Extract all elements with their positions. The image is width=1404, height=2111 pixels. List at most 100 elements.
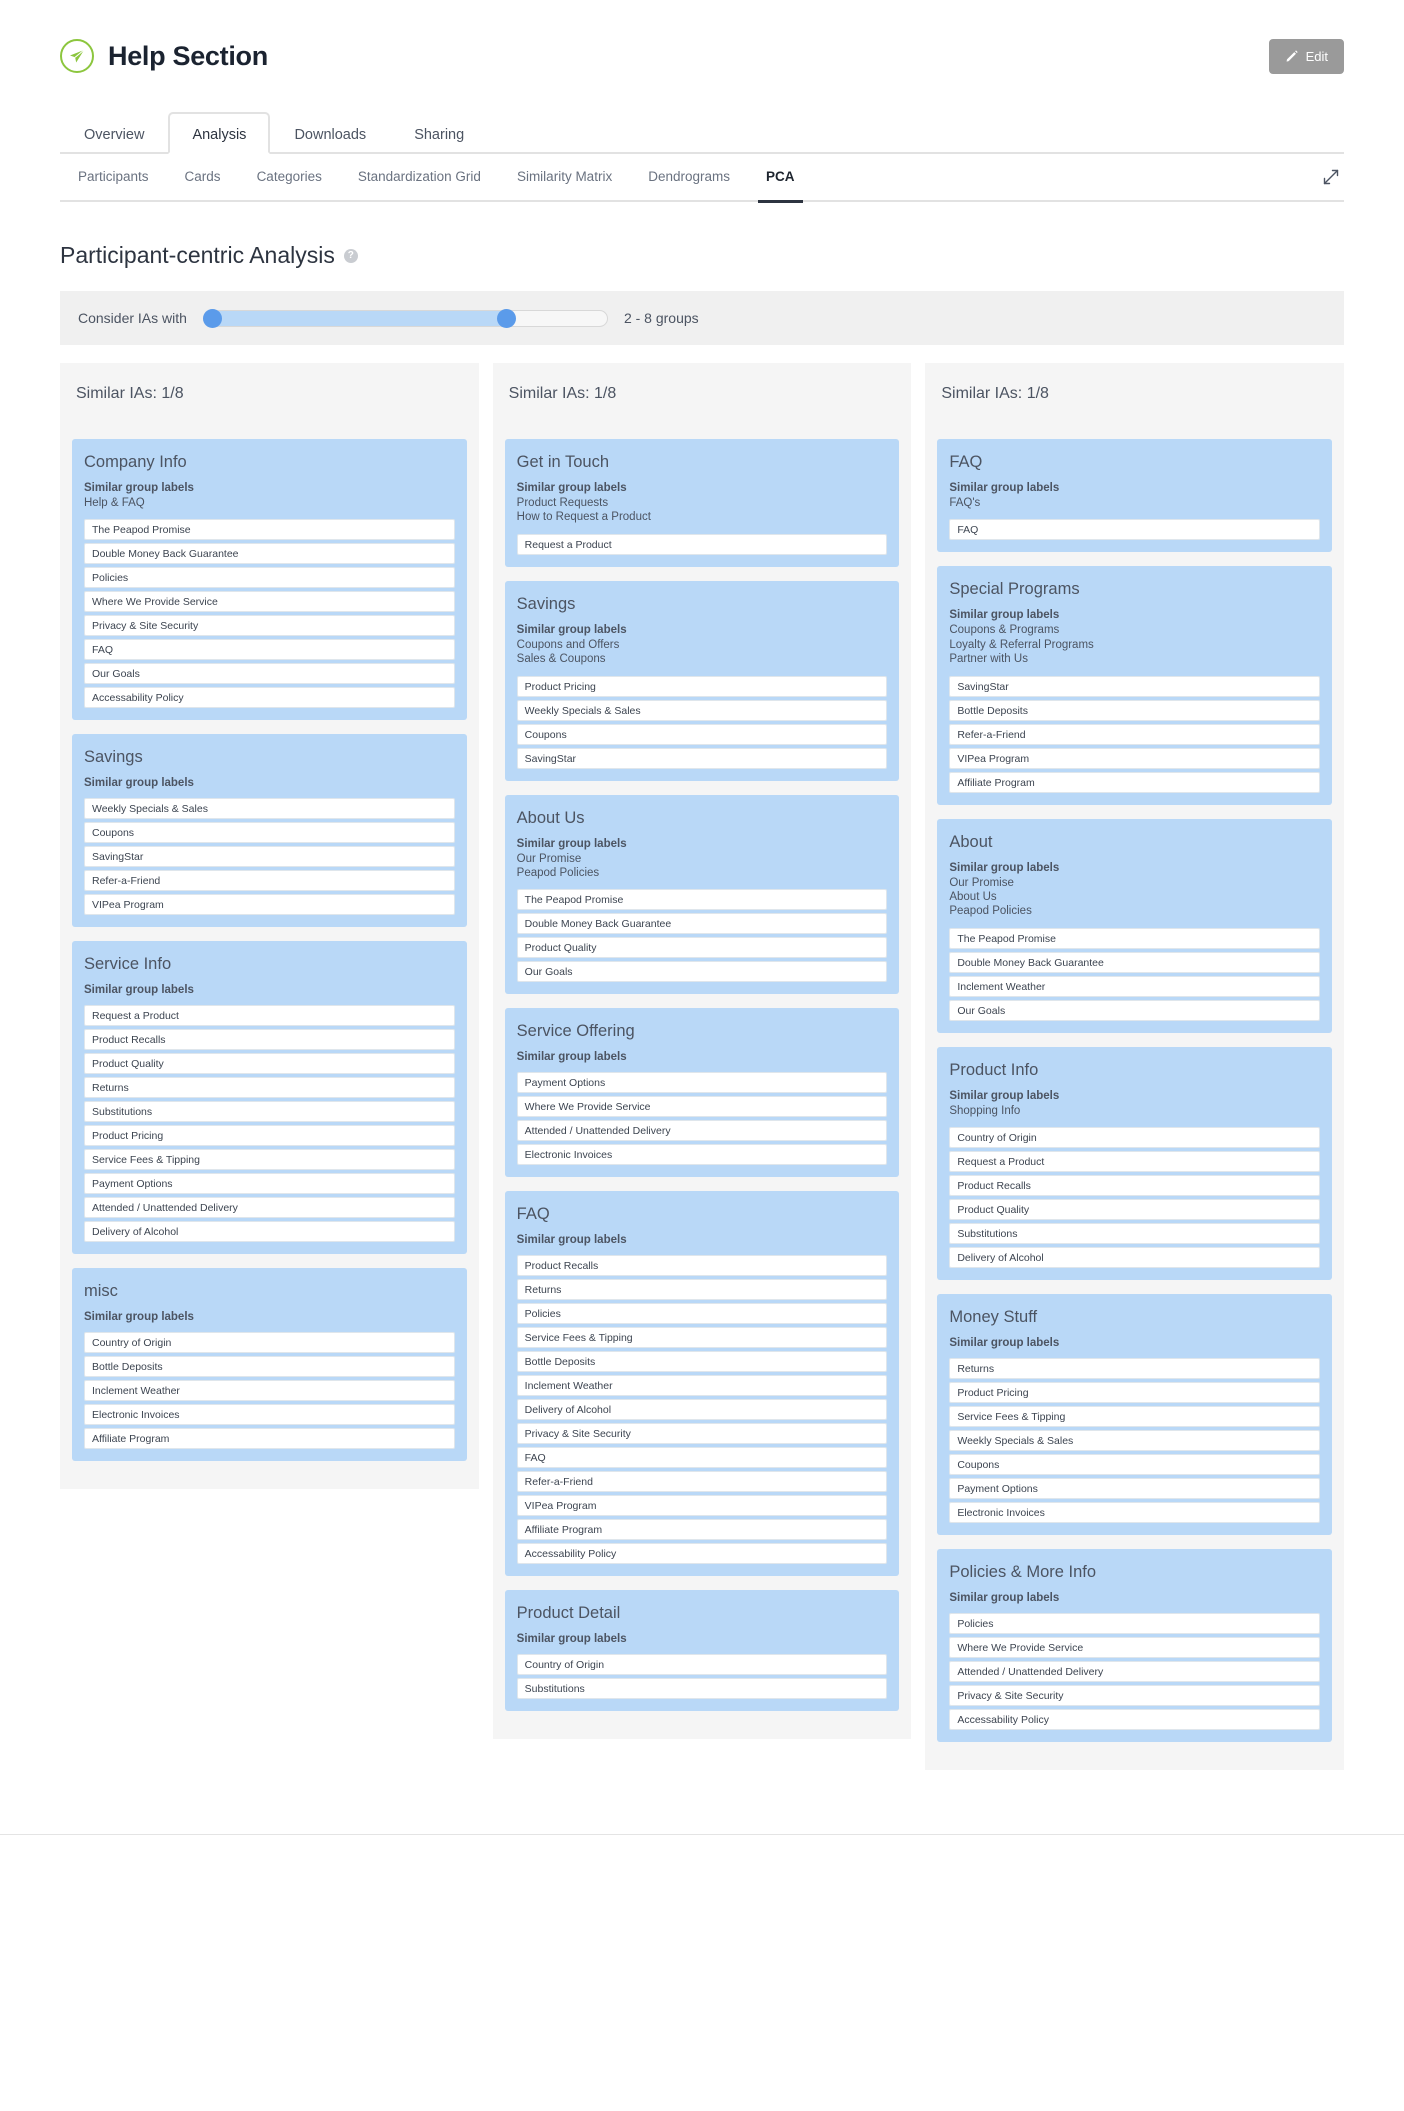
card-item[interactable]: Product Pricing (84, 1125, 455, 1147)
tab-cards[interactable]: Cards (167, 153, 239, 201)
card-item[interactable]: Accessability Policy (949, 1709, 1321, 1730)
card-item[interactable]: Inclement Weather (516, 1375, 888, 1397)
card-item[interactable]: Service Fees & Tipping (949, 1406, 1321, 1427)
card-item[interactable]: Where We Provide Service (949, 1637, 1321, 1658)
card-item[interactable]: Bottle Deposits (84, 1356, 455, 1378)
card-item[interactable]: Privacy & Site Security (516, 1423, 888, 1445)
card-item[interactable]: Substitutions (516, 1678, 888, 1700)
card-item[interactable]: Coupons (516, 723, 888, 745)
tab-standardization-grid[interactable]: Standardization Grid (340, 153, 499, 201)
card-item[interactable]: Inclement Weather (949, 975, 1321, 997)
tab-overview[interactable]: Overview (60, 112, 168, 154)
card-item[interactable]: Policies (84, 567, 455, 589)
card-item[interactable]: Policies (949, 1613, 1321, 1634)
card-item[interactable]: Refer-a-Friend (949, 723, 1321, 745)
card-item[interactable]: Weekly Specials & Sales (516, 699, 888, 721)
card-item[interactable]: Attended / Unattended Delivery (84, 1197, 455, 1219)
card-item[interactable]: Refer-a-Friend (84, 870, 455, 892)
card-item[interactable]: VIPea Program (949, 747, 1321, 769)
card-item[interactable]: Delivery of Alcohol (949, 1247, 1321, 1268)
slider-knob-max[interactable] (496, 308, 516, 328)
card-item[interactable]: Accessability Policy (84, 687, 455, 709)
card-item[interactable]: Returns (84, 1077, 455, 1099)
card-item[interactable]: Product Recalls (516, 1255, 888, 1277)
card-item[interactable]: Service Fees & Tipping (516, 1327, 888, 1349)
edit-button[interactable]: Edit (1268, 38, 1344, 74)
card-item[interactable]: Product Quality (84, 1053, 455, 1075)
card-item[interactable]: Double Money Back Guarantee (949, 951, 1321, 973)
card-item[interactable]: Payment Options (84, 1173, 455, 1195)
card-item[interactable]: Request a Product (84, 1005, 455, 1027)
card-item[interactable]: FAQ (949, 519, 1321, 541)
tab-analysis[interactable]: Analysis (168, 112, 271, 154)
card-item[interactable]: Our Goals (84, 663, 455, 685)
card-item[interactable]: Refer-a-Friend (516, 1471, 888, 1493)
card-item[interactable]: Coupons (949, 1454, 1321, 1475)
card-item[interactable]: Attended / Unattended Delivery (516, 1120, 888, 1142)
card-item[interactable]: Accessability Policy (516, 1543, 888, 1565)
card-item[interactable]: Product Quality (516, 937, 888, 959)
card-item[interactable]: Delivery of Alcohol (84, 1221, 455, 1243)
card-item[interactable]: Product Recalls (949, 1175, 1321, 1196)
card-item[interactable]: Electronic Invoices (84, 1404, 455, 1426)
card-item[interactable]: Country of Origin (84, 1332, 455, 1354)
card-item[interactable]: Our Goals (949, 999, 1321, 1021)
card-item[interactable]: Privacy & Site Security (84, 615, 455, 637)
card-item[interactable]: Our Goals (516, 961, 888, 983)
card-item[interactable]: Substitutions (84, 1101, 455, 1123)
tab-dendrograms[interactable]: Dendrograms (630, 153, 748, 201)
tab-downloads[interactable]: Downloads (270, 112, 390, 154)
card-item[interactable]: Weekly Specials & Sales (84, 798, 455, 820)
card-item[interactable]: Weekly Specials & Sales (949, 1430, 1321, 1451)
card-item[interactable]: Substitutions (949, 1223, 1321, 1244)
card-item[interactable]: Bottle Deposits (516, 1351, 888, 1373)
card-item[interactable]: Request a Product (949, 1151, 1321, 1172)
card-item[interactable]: Returns (949, 1358, 1321, 1379)
card-item[interactable]: Coupons (84, 822, 455, 844)
card-item[interactable]: Electronic Invoices (516, 1144, 888, 1166)
question-mark-icon[interactable]: ? (343, 248, 358, 263)
card-item[interactable]: Inclement Weather (84, 1380, 455, 1402)
card-item[interactable]: Affiliate Program (949, 771, 1321, 793)
card-item[interactable]: Policies (516, 1303, 888, 1325)
card-item[interactable]: Product Quality (949, 1199, 1321, 1220)
card-item[interactable]: FAQ (516, 1447, 888, 1469)
card-item[interactable]: Affiliate Program (516, 1519, 888, 1541)
card-item[interactable]: VIPea Program (516, 1495, 888, 1517)
card-item[interactable]: Country of Origin (516, 1654, 888, 1676)
expand-diagonal-icon[interactable] (1322, 168, 1344, 186)
card-item[interactable]: Attended / Unattended Delivery (949, 1661, 1321, 1682)
card-item[interactable]: Electronic Invoices (949, 1502, 1321, 1523)
card-item[interactable]: Product Recalls (84, 1029, 455, 1051)
card-item[interactable]: Where We Provide Service (516, 1096, 888, 1118)
card-item[interactable]: Service Fees & Tipping (84, 1149, 455, 1171)
tab-sharing[interactable]: Sharing (390, 112, 488, 154)
groups-range-slider[interactable] (202, 308, 608, 328)
card-item[interactable]: Delivery of Alcohol (516, 1399, 888, 1421)
card-item[interactable]: Bottle Deposits (949, 699, 1321, 721)
card-item[interactable]: Privacy & Site Security (949, 1685, 1321, 1706)
card-item[interactable]: Where We Provide Service (84, 591, 455, 613)
card-item[interactable]: The Peapod Promise (516, 889, 888, 911)
card-item[interactable]: Payment Options (516, 1072, 888, 1094)
card-item[interactable]: FAQ (84, 639, 455, 661)
card-item[interactable]: VIPea Program (84, 894, 455, 916)
card-item[interactable]: The Peapod Promise (949, 927, 1321, 949)
tab-participants[interactable]: Participants (60, 153, 167, 201)
tab-categories[interactable]: Categories (239, 153, 340, 201)
tab-pca[interactable]: PCA (748, 153, 813, 203)
card-item[interactable]: Affiliate Program (84, 1428, 455, 1450)
card-item[interactable]: Product Pricing (516, 675, 888, 697)
card-item[interactable]: Country of Origin (949, 1127, 1321, 1148)
card-item[interactable]: SavingStar (516, 747, 888, 769)
card-item[interactable]: Returns (516, 1279, 888, 1301)
slider-knob-min[interactable] (202, 308, 222, 328)
tab-similarity-matrix[interactable]: Similarity Matrix (499, 153, 630, 201)
card-item[interactable]: Request a Product (516, 533, 888, 555)
card-item[interactable]: SavingStar (84, 846, 455, 868)
card-item[interactable]: Payment Options (949, 1478, 1321, 1499)
card-item[interactable]: Product Pricing (949, 1382, 1321, 1403)
card-item[interactable]: The Peapod Promise (84, 519, 455, 541)
card-item[interactable]: SavingStar (949, 675, 1321, 697)
card-item[interactable]: Double Money Back Guarantee (84, 543, 455, 565)
